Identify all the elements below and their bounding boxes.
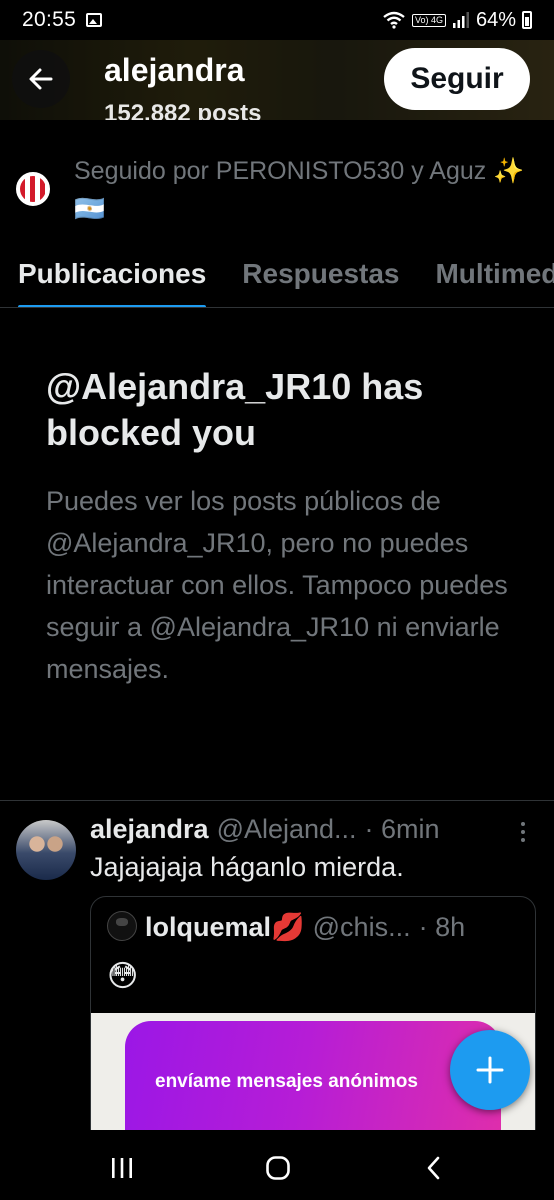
home-button[interactable] xyxy=(258,1150,298,1186)
header-posts-count: 152.882 posts xyxy=(104,100,262,120)
battery-percent: 64% xyxy=(475,8,516,31)
post-header: alejandra @Alejand... · 6min xyxy=(90,814,510,845)
tab-respuestas[interactable]: Respuestas xyxy=(242,246,399,307)
system-nav-bar xyxy=(0,1130,554,1200)
divider xyxy=(0,800,554,801)
avatar xyxy=(14,170,52,208)
follow-button[interactable]: Seguir xyxy=(384,48,530,110)
quote-image-text: envíame mensajes anónimos xyxy=(155,1071,418,1092)
blocked-title: @Alejandra_JR10 has blocked you xyxy=(46,366,424,453)
signal-icon xyxy=(452,12,469,28)
follower-avatars xyxy=(14,170,70,210)
compose-button[interactable] xyxy=(450,1030,530,1110)
status-bar: 20:55 Vo) 4G 64% xyxy=(0,0,554,40)
post-timestamp: · 6min xyxy=(364,814,440,844)
post-avatar[interactable] xyxy=(16,820,76,880)
battery-icon xyxy=(522,11,532,29)
back-arrow-icon xyxy=(29,68,53,90)
blocked-notice: @Alejandra_JR10 has blocked you Puedes v… xyxy=(46,364,526,690)
quote-timestamp: · 8h xyxy=(418,912,466,942)
post-author-name[interactable]: alejandra xyxy=(90,814,209,845)
tab-publicaciones[interactable]: Publicaciones xyxy=(18,246,207,307)
wifi-icon xyxy=(383,11,405,29)
quote-author-handle: @chis... xyxy=(312,912,411,942)
post-author-handle: @Alejand... xyxy=(216,814,357,844)
quote-text: 😳 xyxy=(107,960,139,993)
recents-button[interactable] xyxy=(102,1150,142,1186)
profile-header: alejandra 152.882 posts Seguir xyxy=(0,40,554,120)
quote-header: lolquemal💋 @chis... · 8h xyxy=(145,911,525,943)
back-nav-icon xyxy=(427,1156,440,1180)
plus-icon xyxy=(476,1056,504,1084)
more-vertical-icon[interactable] xyxy=(520,822,526,842)
blocked-body: Puedes ver los posts públicos de @Alejan… xyxy=(46,486,508,684)
recents-icon xyxy=(112,1158,132,1178)
back-button[interactable] xyxy=(12,50,70,108)
tab-multimedia[interactable]: Multimedia xyxy=(435,246,554,307)
header-name: alejandra xyxy=(104,52,245,88)
back-nav-button[interactable] xyxy=(414,1150,454,1186)
quote-author-name: lolquemal💋 xyxy=(145,912,305,942)
post-text: Jajajajaja háganlo mierda. xyxy=(90,852,404,882)
quote-avatar xyxy=(107,911,137,941)
home-icon xyxy=(266,1156,290,1180)
followed-by-text: Seguido por PERONISTO530 y Aguz ✨🇦🇷 xyxy=(74,157,525,223)
status-time: 20:55 xyxy=(22,8,77,31)
profile-tabs: Publicaciones Respuestas Multimedia xyxy=(0,246,554,308)
followed-by[interactable]: Seguido por PERONISTO530 y Aguz ✨🇦🇷 xyxy=(14,152,534,232)
volte-icon: Vo) 4G xyxy=(411,13,446,27)
gallery-notification-icon xyxy=(86,13,103,27)
status-indicators: Vo) 4G 64% xyxy=(382,9,532,32)
